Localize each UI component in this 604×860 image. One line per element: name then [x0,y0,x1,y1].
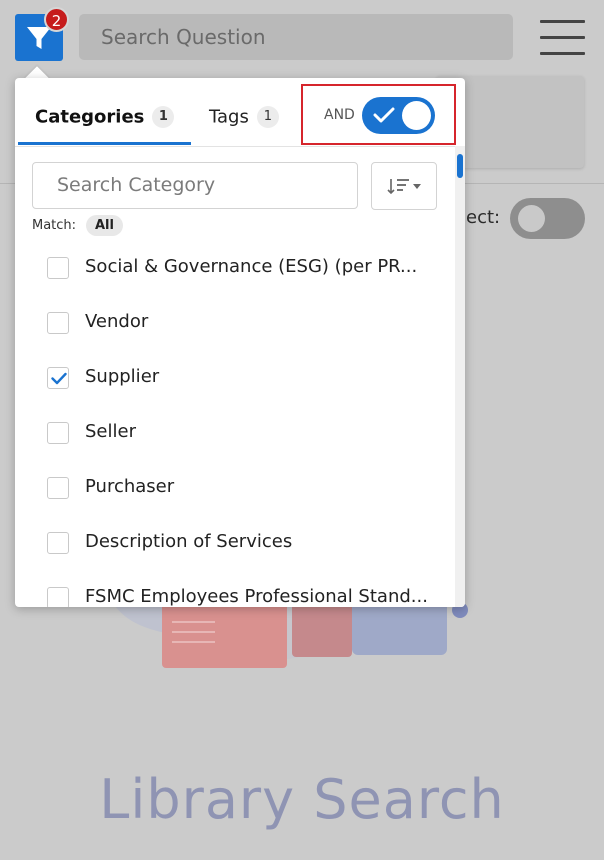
tab-categories-label: Categories [35,106,145,128]
match-all-pill[interactable]: All [86,215,123,236]
category-label: Purchaser [85,476,175,497]
sort-button[interactable] [371,162,437,210]
filter-count-badge: 2 [44,7,69,32]
match-label: Match: [32,218,77,233]
category-list-item[interactable]: Vendor [15,295,455,350]
filter-tabs: Categories 1 Tags 1 AND [15,78,465,147]
background-toggle[interactable] [510,198,585,239]
scrollbar[interactable] [455,146,465,607]
tab-categories[interactable]: Categories 1 [35,106,175,128]
check-icon [373,107,395,123]
scrollbar-thumb[interactable] [457,154,463,178]
tab-tags[interactable]: Tags 1 [209,106,279,128]
checkmark-icon [51,372,67,385]
background-toggle-label: ect: [466,207,501,228]
category-label: Description of Services [85,531,293,552]
tab-categories-count: 1 [152,106,175,128]
filter-panel: Categories 1 Tags 1 AND Search Category Ma… [15,78,465,607]
category-list-item[interactable]: Supplier [15,350,455,405]
tab-tags-label: Tags [209,106,249,128]
and-operator-label: AND [324,107,355,123]
hamburger-menu-icon[interactable] [540,20,585,56]
search-category-input[interactable]: Search Category [32,162,358,209]
library-search-title: Library Search [99,768,505,831]
sort-icon [387,179,421,195]
category-checkbox[interactable] [47,312,69,334]
category-list-item[interactable]: Purchaser [15,460,455,515]
tab-tags-count: 1 [256,106,279,128]
category-list-item[interactable]: Social & Governance (ESG) (per PR... [15,240,455,295]
category-label: Supplier [85,366,160,387]
category-checkbox[interactable] [47,532,69,554]
category-checkbox[interactable] [47,257,69,279]
search-question-input[interactable]: Search Question [79,14,513,60]
category-list-item[interactable]: Description of Services [15,515,455,570]
category-checkbox[interactable] [47,587,69,607]
category-checkbox[interactable] [47,477,69,499]
active-tab-indicator [18,142,191,145]
toggle-knob [402,101,431,130]
category-list: Social & Governance (ESG) (per PR... Vend… [15,240,455,607]
category-list-item[interactable]: Seller [15,405,455,460]
category-label: Seller [85,421,136,442]
and-operator-toggle[interactable] [362,97,435,134]
category-list-item[interactable]: FSMC Employees Professional Stand... [15,570,455,607]
category-label: Social & Governance (ESG) (per PR... [85,256,418,277]
category-label: Vendor [85,311,149,332]
category-checkbox[interactable] [47,367,69,389]
category-checkbox[interactable] [47,422,69,444]
category-label: FSMC Employees Professional Stand... [85,586,428,607]
